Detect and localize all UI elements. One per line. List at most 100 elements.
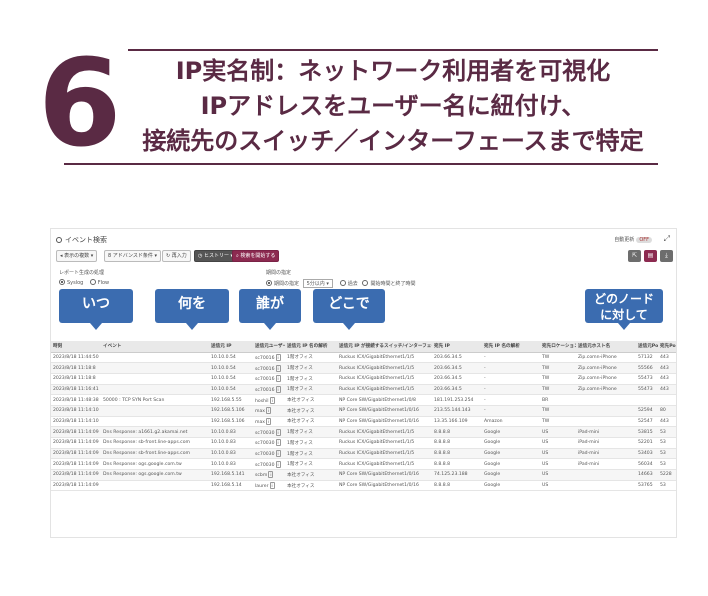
table-cell[interactable]: Dns Response: ogs.google.com.tw (101, 458, 209, 471)
table-cell: sc70016 i (253, 352, 285, 364)
user-info-icon[interactable]: i (275, 385, 281, 393)
column-header[interactable]: 宛先 IP (432, 341, 482, 353)
table-cell[interactable]: 2023/8/18 11:14:10 (51, 405, 101, 417)
table-cell (576, 416, 636, 428)
table-cell[interactable] (101, 362, 209, 374)
save-icon[interactable]: ▤ (644, 250, 657, 262)
user-info-icon[interactable]: i (269, 482, 275, 490)
column-header[interactable]: 送信元 IP が接続するスイッチ/インターフェース (337, 341, 432, 353)
cell-text: 1階オフィス (287, 366, 313, 372)
cell-text: 1階オフィス (287, 376, 313, 382)
column-header[interactable]: 宛先 IP 名の解析 (482, 341, 540, 353)
user-info-icon[interactable]: i (275, 428, 281, 436)
table-cell[interactable]: 2023/8/18 11:48:38 (51, 394, 101, 406)
download-icon[interactable]: ⤓ (660, 250, 673, 262)
table-row[interactable]: 2023/8/18 11:14:09 Dns Response: sb-front… (51, 437, 676, 449)
cell-text: US (542, 451, 549, 457)
table-cell[interactable]: Dns Response: sb-front.line-apps.com (101, 448, 209, 460)
table-row[interactable]: 2023/8/18 11:48:38 50000 : TCP SYN Port S… (51, 394, 676, 406)
display-multiple-button[interactable]: ◂ 表示の複数 ▾ (56, 250, 98, 262)
reload-button[interactable]: ↻ 再入力 (162, 250, 191, 262)
column-header[interactable]: 送信元 IP 名の解析 (285, 341, 337, 353)
table-cell: 203.66.34.5 (432, 373, 482, 385)
radio-range[interactable]: 開始時間と終了時間 (362, 280, 416, 287)
column-header[interactable]: 宛先ロケーション (540, 341, 576, 353)
history-button[interactable]: ◷ ヒストリー ▾ (194, 250, 238, 262)
table-row[interactable]: 2023/8/18 11:16:41 10.10.0.54 sc70016 i 1階オフ… (51, 384, 676, 396)
table-cell[interactable]: 2023/8/18 11:14:09 (51, 458, 101, 471)
column-header[interactable]: 宛先Port (658, 341, 676, 353)
table-cell[interactable] (101, 352, 209, 364)
user-info-icon[interactable]: i (275, 375, 281, 383)
user-info-icon[interactable]: i (275, 460, 281, 468)
table-cell: Ruckus ICX/GigabitEthernet1/1/5 (337, 373, 432, 385)
table-row[interactable]: 2023/8/18 11:14:09 192.168.5.14 laurer i 本社オ… (51, 480, 676, 492)
cell-text: NP Core SW/GigabitEthernet1/0/16 (339, 418, 419, 424)
table-cell[interactable] (101, 416, 209, 428)
table-cell[interactable]: 2023/8/18 11:14:09 (51, 469, 101, 481)
table-cell[interactable] (101, 373, 209, 385)
cell-text: 52201 (638, 440, 653, 446)
table-cell[interactable]: 2023/8/18 11:14:09 (51, 437, 101, 449)
table-cell[interactable] (101, 480, 209, 492)
table-row[interactable]: 2023/8/18 11:44:50 10.10.0.54 sc70016 i 1階オフ… (51, 352, 676, 364)
report-radio-group: Syslog Flow (59, 279, 109, 286)
table-row[interactable]: 2023/8/18 11:18:8 10.10.0.54 sc70016 i 1階オフィ… (51, 362, 676, 374)
auto-refresh[interactable]: 自動更新 OFF (614, 236, 652, 243)
table-cell[interactable]: Dns Response: sb-front.line-apps.com (101, 437, 209, 449)
table-cell[interactable]: 2023/8/18 11:14:09 (51, 448, 101, 460)
table-cell[interactable]: 50000 : TCP SYN Port Scan (101, 394, 209, 406)
table-cell[interactable]: Dns Response: ogs.google.com.tw (101, 469, 209, 481)
user-info-icon[interactable]: i (268, 471, 274, 479)
table-cell: Google (482, 426, 540, 438)
radio-syslog[interactable]: Syslog (59, 279, 83, 286)
cell-text: Dns Response: ogs.google.com.tw (103, 472, 182, 478)
cell-text: US (542, 429, 549, 435)
column-header[interactable]: 送信元ホスト名 (576, 341, 636, 353)
table-cell: iPad-mini (576, 458, 636, 471)
table-row[interactable]: 2023/8/18 11:18:8 10.10.0.54 sc70016 i 1階オフィ… (51, 373, 676, 385)
table-row[interactable]: 2023/8/18 11:14:09 Dns Response: ogs.goog… (51, 469, 676, 481)
table-row[interactable]: 2023/8/18 11:14:09 Dns Response: a1661.g2… (51, 426, 676, 438)
table-cell[interactable]: 2023/8/18 11:18:8 (51, 373, 101, 385)
user-info-icon[interactable]: i (266, 417, 272, 425)
column-header[interactable]: 時刻 (51, 341, 101, 353)
user-info-icon[interactable]: i (275, 364, 281, 372)
radio-flow[interactable]: Flow (89, 279, 109, 286)
export-icon[interactable]: ⇱ (628, 250, 641, 262)
table-cell[interactable]: 2023/8/18 11:14:09 (51, 480, 101, 492)
user-info-icon[interactable]: i (266, 407, 272, 415)
column-header[interactable]: イベント (101, 341, 209, 353)
column-header[interactable]: 送信元Port (636, 341, 658, 353)
table-cell[interactable]: 2023/8/18 11:44:50 (51, 352, 101, 364)
radio-past[interactable]: 過去 (339, 280, 358, 287)
start-search-button[interactable]: ⌕ 検索を開始する (232, 250, 280, 262)
user-info-icon[interactable]: i (275, 439, 281, 447)
table-row[interactable]: 2023/8/18 11:14:10 192.168.5.106 max i 本社オフィ… (51, 416, 676, 428)
user-info-icon[interactable]: i (275, 353, 281, 361)
column-header[interactable]: 送信元 IP (209, 341, 253, 353)
expand-icon[interactable]: ⤢ (664, 234, 670, 244)
auto-refresh-toggle[interactable]: OFF (636, 237, 652, 243)
table-row[interactable]: 2023/8/18 11:14:09 Dns Response: ogs.goog… (51, 458, 676, 471)
period-select[interactable]: 5分以内 ▾ (302, 279, 333, 288)
table-row[interactable]: 2023/8/18 11:14:10 192.168.5.106 max i 本社オフィ… (51, 405, 676, 417)
table-cell[interactable]: 2023/8/18 11:18:8 (51, 362, 101, 374)
table-cell[interactable]: 2023/8/18 11:14:10 (51, 416, 101, 428)
user-info-icon[interactable]: i (269, 396, 275, 404)
radio-period[interactable]: 期間の指定 (266, 280, 299, 287)
table-cell[interactable] (101, 384, 209, 396)
user-info-icon[interactable]: i (275, 450, 281, 458)
cell-text: 203.66.34.5 (434, 386, 462, 392)
cell-text: 1階オフィス (287, 387, 313, 393)
column-header[interactable]: 送信元ユーザー (253, 341, 285, 353)
table-cell[interactable]: Dns Response: a1661.g2.akamai.net (101, 426, 209, 438)
table-cell[interactable]: 2023/8/18 11:14:09 (51, 426, 101, 438)
advanced-filter-button[interactable]: 8 アドバンスド条件 ▾ (104, 250, 162, 262)
table-cell[interactable]: 2023/8/18 11:16:41 (51, 384, 101, 396)
table-row[interactable]: 2023/8/18 11:14:09 Dns Response: sb-front… (51, 448, 676, 460)
table-cell: NP Core SW/GigabitEthernet1/0/8 (337, 394, 432, 406)
cell-text: - (484, 386, 486, 392)
table-cell[interactable] (101, 405, 209, 417)
table-cell: Ruckus ICX/GigabitEthernet1/1/5 (337, 448, 432, 460)
